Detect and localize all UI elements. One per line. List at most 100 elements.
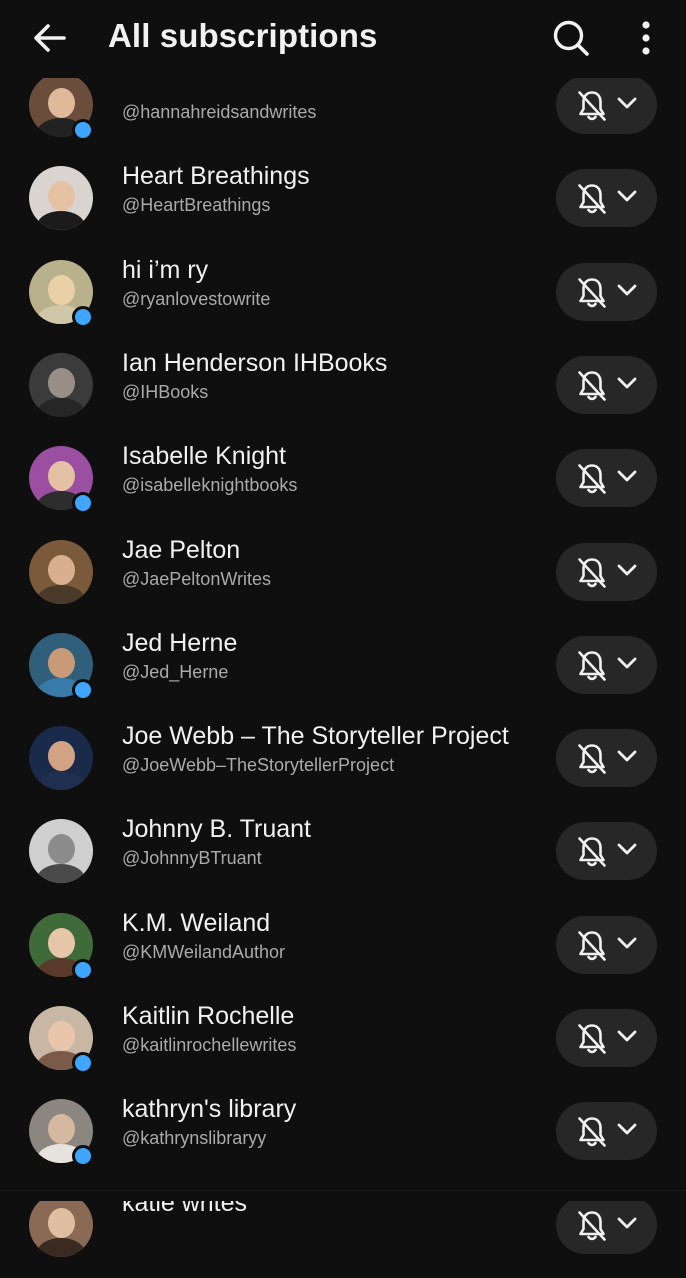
chevron-down-icon [617,750,637,762]
channel-name: Joe Webb – The Storyteller Project [122,722,509,751]
notification-settings-button[interactable] [556,355,657,414]
channel-name: Isabelle Knight [122,442,287,471]
notification-settings-button[interactable] [556,729,657,788]
notification-settings-button[interactable] [556,262,657,321]
chevron-down-icon-wrap [617,656,637,675]
channel-name: Heart Breathings [122,162,310,191]
subscription-row[interactable]: Jae Pelton @JaePeltonWrites [0,532,686,625]
subscription-row[interactable]: Joe Webb – The Storyteller Project @JoeWe… [0,718,686,811]
chevron-down-icon-wrap [617,469,637,488]
subscription-row[interactable]: Kaitlin Rochelle @kaitlinrochellewrites [0,998,686,1091]
channel-handle: @HeartBreathings [122,195,271,216]
chevron-down-icon-wrap [617,749,637,768]
channel-name: Jae Pelton [122,535,241,564]
bell-off-icon-wrap [576,462,608,501]
notification-settings-button[interactable] [556,449,657,508]
new-content-dot [72,1052,94,1074]
channel-handle: @JohnnyBTruant [122,848,262,869]
channel-name: kathryn's library [122,1095,297,1124]
channel-avatar[interactable] [29,726,93,791]
channel-avatar[interactable] [29,1192,93,1257]
bell-off-icon [578,1117,606,1148]
channel-handle: @JaePeltonWrites [122,568,272,589]
channel-handle: @IHBooks [122,381,209,402]
notification-settings-button[interactable] [556,1009,657,1067]
channel-avatar[interactable] [29,352,93,417]
chevron-down-icon-wrap [617,563,637,582]
bell-off-icon [578,1024,606,1054]
chevron-down-icon [617,1030,637,1042]
channel-name: Kaitlin Rochelle [122,1002,295,1030]
channel-name: Jed Herne [122,628,238,657]
chevron-down-icon [617,190,637,202]
notification-settings-button[interactable] [556,915,657,974]
new-content-dot [72,1145,94,1168]
channel-handle: @JoeWebb–TheStorytellerProject [122,755,395,776]
chevron-down-icon [617,377,637,389]
chevron-down-icon [617,284,637,295]
bell-off-icon-wrap [576,742,608,781]
bell-off-icon [578,371,606,401]
channel-name: Johnny B. Truant [122,815,312,844]
subscription-row[interactable]: Isabelle Knight @isabelleknightbooks [0,438,686,531]
subscription-row[interactable]: Heart Breathings @HeartBreathings [0,158,686,251]
subscription-row[interactable]: Ian Henderson IHBooks @IHBooks [0,345,686,438]
bell-off-icon-wrap [576,929,608,968]
channel-handle: @isabelleknightbooks [122,475,298,496]
bell-off-icon-wrap [576,89,608,128]
chevron-down-icon-wrap [617,842,637,861]
subscription-row[interactable]: Jed Herne @Jed_Herne [0,625,686,718]
chevron-down-icon [617,1217,637,1228]
new-content-dot [72,678,94,701]
channel-handle: @kathrynslibraryy [122,1128,267,1149]
notification-settings-button[interactable] [556,542,657,601]
chevron-down-icon-wrap [617,283,637,302]
chevron-down-icon [617,1123,637,1135]
subscription-row[interactable]: @hannahreidsandwrites [0,65,686,158]
bell-off-icon-wrap [576,1022,608,1061]
channel-avatar[interactable] [29,819,93,884]
new-content-dot [72,958,94,981]
bell-off-icon [578,184,606,215]
subscription-list: @hannahreidsandwrites Heart Breathings @H… [0,0,686,1257]
top-app-bar: All subscriptions [0,0,686,78]
channel-avatar[interactable] [29,539,93,604]
notification-settings-button[interactable] [556,76,657,134]
chevron-down-icon [617,470,637,482]
bell-off-icon [578,1210,606,1241]
back-button[interactable] [22,12,78,64]
bell-off-icon-wrap [576,556,608,595]
bell-off-icon [578,557,606,588]
subscription-row[interactable]: K.M. Weiland @KMWeilandAuthor [0,905,686,998]
bell-off-icon-wrap [576,649,608,688]
subscription-row[interactable]: Johnny B. Truant @JohnnyBTruant [0,811,686,904]
new-content-dot [72,305,94,328]
chevron-down-icon-wrap [617,189,637,208]
system-nav-bar [0,1190,686,1201]
bell-off-icon [578,277,606,308]
channel-name: Ian Henderson IHBooks [122,348,388,377]
channel-handle: @ryanlovestowrite [122,288,271,309]
subscription-row[interactable]: kathryn's library @kathrynslibraryy [0,1091,686,1184]
subscription-row[interactable]: hi i’m ry @ryanlovestowrite [0,252,686,345]
channel-avatar[interactable] [29,166,93,231]
bell-off-icon-wrap [576,182,608,221]
bell-off-icon [578,464,606,494]
notification-settings-button[interactable] [556,1102,657,1161]
chevron-down-icon-wrap [617,1122,637,1141]
notification-settings-button[interactable] [556,822,657,881]
channel-handle: @kaitlinrochellewrites [122,1035,297,1055]
new-content-dot [72,492,94,515]
chevron-down-icon [617,657,637,669]
notification-settings-button[interactable] [556,635,657,694]
notification-settings-button[interactable] [556,1195,657,1254]
notification-settings-button[interactable] [556,169,657,228]
more-vertical-icon [642,21,650,55]
search-button[interactable] [544,12,598,64]
channel-handle: @hannahreidsandwrites [122,102,317,122]
more-options-button[interactable] [624,12,668,64]
bell-off-icon-wrap [576,1115,608,1154]
chevron-down-icon-wrap [617,376,637,395]
channel-name: K.M. Weiland [122,908,271,937]
bell-off-icon [578,930,606,961]
